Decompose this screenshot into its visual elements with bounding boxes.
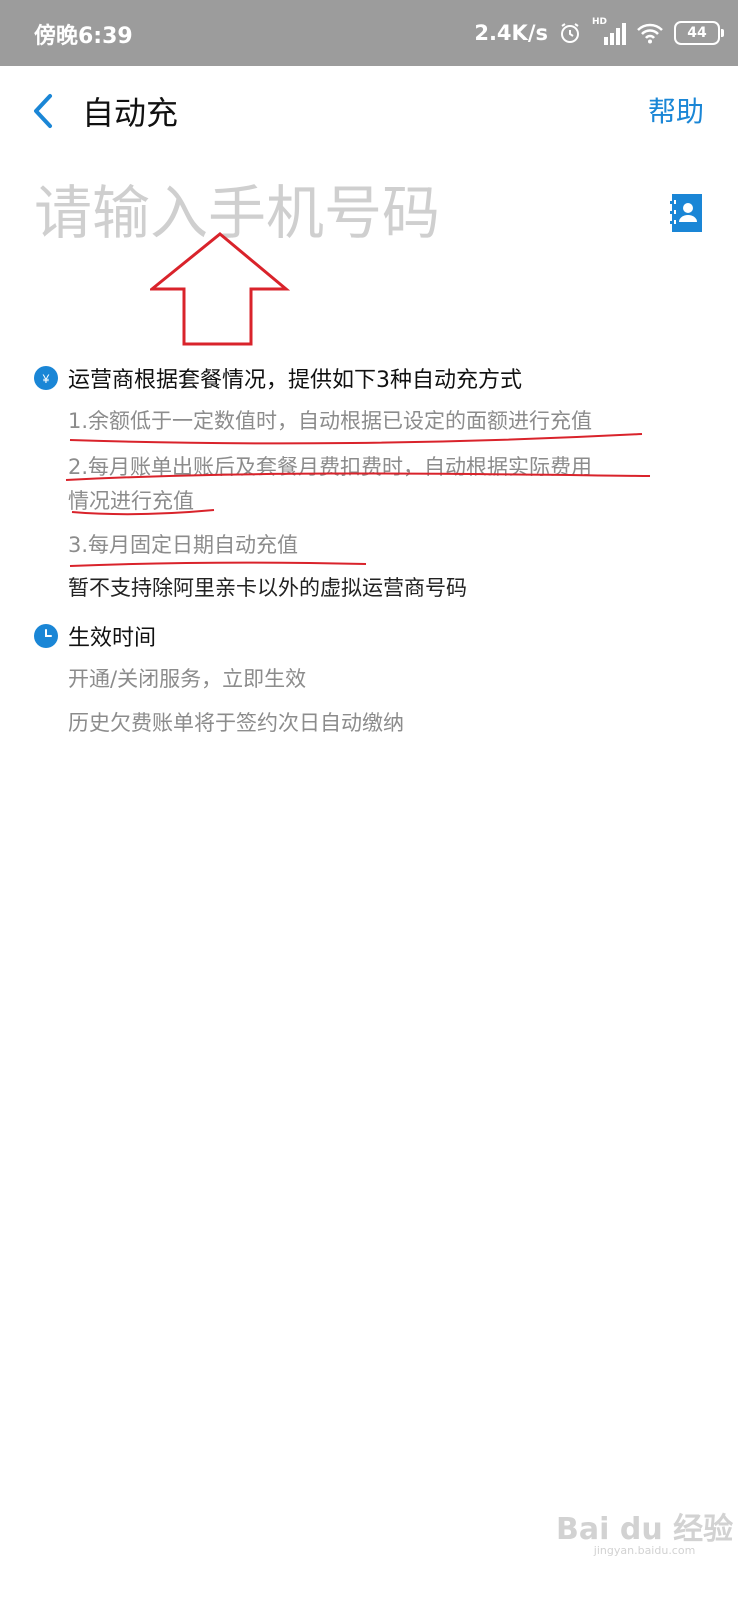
baidu-watermark: Bai du 经验 jingyan.baidu.com: [556, 1504, 733, 1557]
clock-icon: [34, 624, 58, 648]
method-item-1: 1.余额低于一定数值时，自动根据已设定的面额进行充值: [68, 409, 593, 433]
svg-text:¥: ¥: [42, 372, 50, 386]
page-title: 自动充: [82, 94, 179, 132]
method-note: 暂不支持除阿里亲卡以外的虚拟运营商号码: [68, 576, 467, 600]
status-right: 2.4K/s HD 44: [474, 17, 724, 48]
network-speed: 2.4K/s: [474, 21, 548, 45]
annotation-arrow: [150, 232, 290, 346]
hd-label: HD: [592, 17, 608, 27]
effective-item-2: 历史欠费账单将于签约次日自动缴纳: [68, 711, 404, 735]
help-link[interactable]: 帮助: [648, 90, 704, 130]
signal-icon: HD: [592, 17, 626, 45]
battery-indicator: 44: [674, 21, 724, 45]
method-item-2: 2.每月账单出账后及套餐月费扣费时，自动根据实际费用: [68, 455, 593, 479]
alarm-icon: [561, 23, 579, 43]
contacts-button[interactable]: [670, 194, 702, 232]
contacts-icon: [670, 194, 702, 232]
section-effective-title: 生效时间: [68, 626, 157, 651]
watermark-text: Bai du 经验: [556, 1512, 734, 1547]
nav-bar: 自动充 帮助: [0, 66, 738, 156]
method-item-2-cont: 情况进行充值: [68, 489, 194, 513]
back-chevron-icon: [34, 94, 52, 128]
back-button[interactable]: [28, 88, 62, 134]
status-bar: 傍晚6:39 2.4K/s HD 44: [0, 0, 738, 66]
underline-4: [69, 561, 367, 567]
method-item-3: 3.每月固定日期自动充值: [68, 533, 299, 557]
yuan-icon: ¥: [34, 366, 58, 390]
section-methods-title: 运营商根据套餐情况，提供如下3种自动充方式: [68, 368, 522, 393]
phone-number-input[interactable]: [34, 178, 634, 248]
status-time: 傍晚6:39: [34, 24, 133, 49]
effective-item-1: 开通/关闭服务，立即生效: [68, 667, 307, 691]
wifi-icon: [637, 23, 663, 44]
